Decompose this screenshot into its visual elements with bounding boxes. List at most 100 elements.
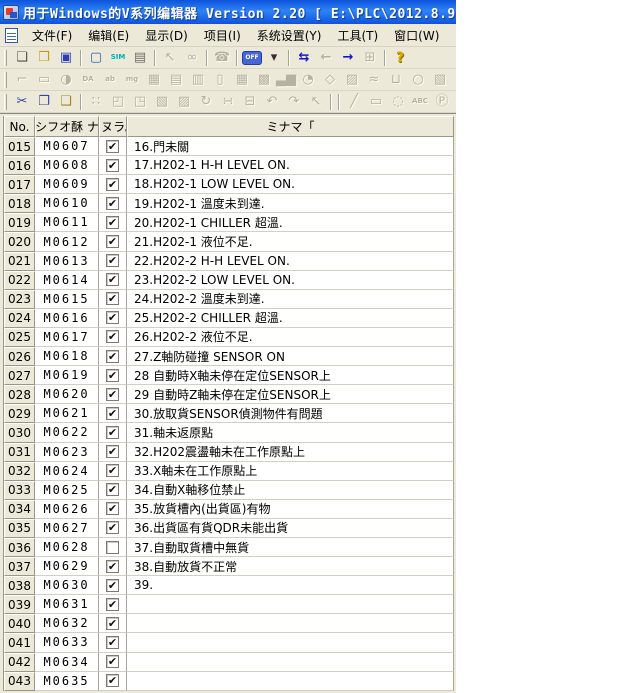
checkbox-checked[interactable]: ✔ [106,617,119,630]
device-cell[interactable]: M0619 [35,366,99,385]
device-cell[interactable]: M0629 [35,557,99,576]
comment-cell[interactable]: 38.自動放貨不正常 [127,557,454,576]
row-number-cell[interactable]: 018 [4,194,35,213]
row-number-cell[interactable]: 041 [4,633,35,652]
comment-cell[interactable]: 18.H202-1 LOW LEVEL ON. [127,175,454,194]
comment-cell[interactable]: 27.Z軸防碰撞 SENSOR ON [127,347,454,366]
device-cell[interactable]: M0615 [35,290,99,309]
checkbox-checked[interactable]: ✔ [106,483,119,496]
comment-cell[interactable]: 36.出貨區有貨QDR未能出貨 [127,519,454,538]
paste-icon[interactable]: ❑ [55,92,77,112]
row-number-cell[interactable]: 038 [4,576,35,595]
device-cell[interactable]: M0632 [35,614,99,633]
comment-cell[interactable]: 37.自動取貨槽中無貨 [127,538,454,557]
dropdown-arrow-icon[interactable]: ▾ [263,48,285,68]
comment-cell[interactable]: 20.H202-1 CHILLER 超溫. [127,213,454,232]
checkbox-checked[interactable]: ✔ [106,273,119,286]
menu-item-system-settings[interactable]: 系统设置(Y) [249,27,330,46]
device-cell[interactable]: M0609 [35,175,99,194]
device-cell[interactable]: M0631 [35,595,99,614]
comment-cell[interactable]: 39. [127,576,454,595]
comment-cell[interactable]: 34.自動X軸移位禁止 [127,481,454,500]
checkbox-checked[interactable]: ✔ [106,178,119,191]
download-monitor-icon[interactable]: ▢ [85,48,107,68]
row-number-cell[interactable]: 028 [4,385,35,404]
device-cell[interactable]: M0624 [35,462,99,481]
comment-cell[interactable]: 19.H202-1 溫度未到達. [127,194,454,213]
row-number-cell[interactable]: 025 [4,328,35,347]
checkbox-checked[interactable]: ✔ [106,369,119,382]
help-icon[interactable]: ? [389,48,411,68]
comment-cell[interactable]: 24.H202-2 溫度未到達. [127,290,454,309]
print-icon[interactable]: ▤ [129,48,151,68]
comment-cell[interactable]: 29 自動時Z軸未停在定位SENSOR上 [127,385,454,404]
device-cell[interactable]: M0613 [35,252,99,271]
checkbox-checked[interactable]: ✔ [106,636,119,649]
row-number-cell[interactable]: 039 [4,595,35,614]
row-number-cell[interactable]: 033 [4,481,35,500]
row-number-cell[interactable]: 040 [4,614,35,633]
checkbox-checked[interactable]: ✔ [106,407,119,420]
device-cell[interactable]: M0617 [35,328,99,347]
row-number-cell[interactable]: 036 [4,538,35,557]
comment-cell[interactable] [127,595,454,614]
device-cell[interactable]: M0625 [35,481,99,500]
checkbox-checked[interactable]: ✔ [106,445,119,458]
open-folder-icon[interactable]: ❒ [33,48,55,68]
device-cell[interactable]: M0622 [35,423,99,442]
device-cell[interactable]: M0623 [35,443,99,462]
comment-cell[interactable]: 35.放貨槽內(出貨區)有物 [127,500,454,519]
checkbox-unchecked[interactable] [106,541,119,554]
device-cell[interactable]: M0633 [35,633,99,652]
device-cell[interactable]: M0626 [35,500,99,519]
checkbox-checked[interactable]: ✔ [106,521,119,534]
row-number-cell[interactable]: 022 [4,271,35,290]
comment-cell[interactable]: 21.H202-1 液位不足. [127,232,454,251]
checkbox-checked[interactable]: ✔ [106,350,119,363]
sim-icon[interactable]: SIM [107,48,129,68]
device-cell[interactable]: M0634 [35,653,99,672]
copy-icon[interactable]: ❐ [33,92,55,112]
row-number-cell[interactable]: 023 [4,290,35,309]
device-cell[interactable]: M0628 [35,538,99,557]
device-cell[interactable]: M0610 [35,194,99,213]
checkbox-checked[interactable]: ✔ [106,674,119,687]
menu-item-file[interactable]: 文件(F) [24,27,80,46]
row-number-cell[interactable]: 024 [4,309,35,328]
device-cell[interactable]: M0616 [35,309,99,328]
menu-item-tools[interactable]: 工具(T) [329,27,386,46]
row-number-cell[interactable]: 027 [4,366,35,385]
row-number-cell[interactable]: 015 [4,137,35,156]
menu-item-project[interactable]: 项目(I) [196,27,249,46]
comment-cell[interactable] [127,614,454,633]
checkbox-checked[interactable]: ✔ [106,235,119,248]
comment-cell[interactable]: 26.H202-2 液位不足. [127,328,454,347]
comment-cell[interactable]: 28 自動時X軸未停在定位SENSOR上 [127,366,454,385]
row-number-cell[interactable]: 031 [4,443,35,462]
comment-cell[interactable]: 16.門未關 [127,137,454,156]
checkbox-checked[interactable]: ✔ [106,560,119,573]
device-cell[interactable]: M0635 [35,672,99,691]
sync-arrows-icon[interactable]: ⇆ [293,48,315,68]
comment-cell[interactable]: 30.放取貨SENSOR偵測物件有問題 [127,404,454,423]
comment-cell[interactable]: 25.H202-2 CHILLER 超溫. [127,309,454,328]
comment-cell[interactable]: 32.H202震盪軸未在工作原點上 [127,443,454,462]
device-cell[interactable]: M0630 [35,576,99,595]
row-number-cell[interactable]: 020 [4,232,35,251]
row-number-cell[interactable]: 030 [4,423,35,442]
row-number-cell[interactable]: 029 [4,404,35,423]
row-number-cell[interactable]: 032 [4,462,35,481]
checkbox-checked[interactable]: ✔ [106,159,119,172]
checkbox-checked[interactable]: ✔ [106,330,119,343]
device-cell[interactable]: M0618 [35,347,99,366]
device-cell[interactable]: M0612 [35,232,99,251]
comment-cell[interactable]: 22.H202-2 H-H LEVEL ON. [127,252,454,271]
checkbox-checked[interactable]: ✔ [106,598,119,611]
device-cell[interactable]: M0621 [35,404,99,423]
comment-cell[interactable]: 33.X軸未在工作原點上 [127,462,454,481]
off-button-icon[interactable]: OFF [241,48,263,68]
checkbox-checked[interactable]: ✔ [106,140,119,153]
row-number-cell[interactable]: 019 [4,213,35,232]
checkbox-checked[interactable]: ✔ [106,655,119,668]
device-cell[interactable]: M0620 [35,385,99,404]
